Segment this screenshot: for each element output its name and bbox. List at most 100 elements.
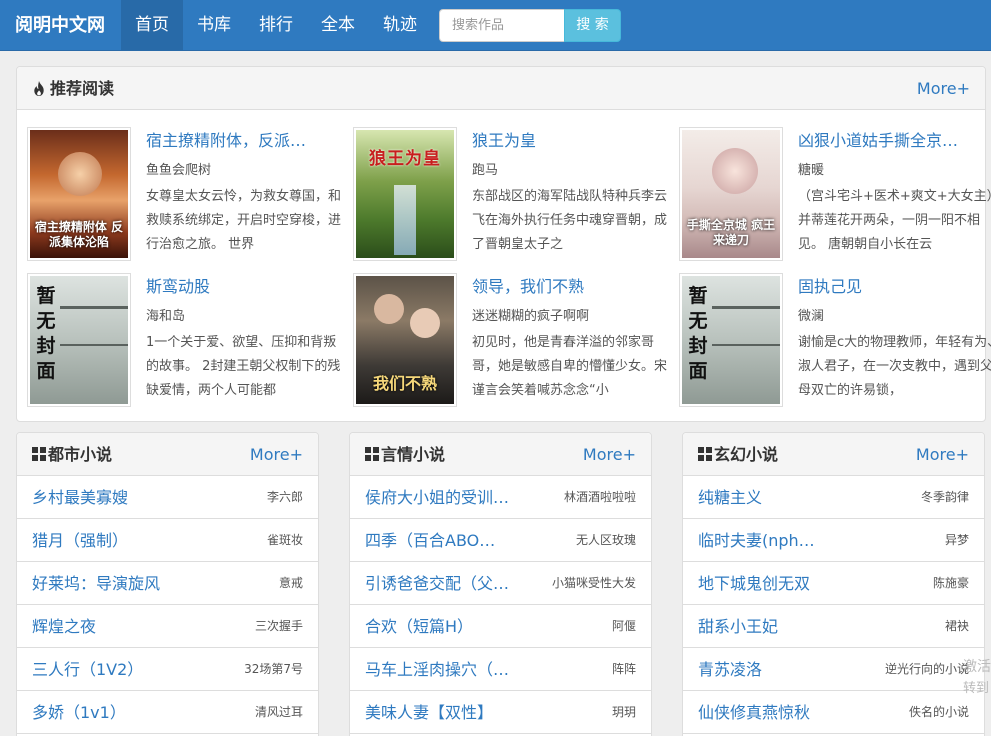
list-item-title[interactable]: 合欢（短篇H）: [365, 605, 473, 648]
book-description: 谢愉是c大的物理教师，年轻有为、淑人君子，在一次支教中，遇到父母双亡的许易锁，: [798, 335, 991, 398]
list-item[interactable]: 临时夫妻(nph… 异梦: [683, 519, 984, 562]
list-item-title[interactable]: 好莱坞：导演旋风: [32, 562, 160, 605]
grid-icon: [32, 447, 46, 461]
category-panel-romance: 言情小说 More+ 侯府大小姐的受训… 林酒酒啦啦啦 四季（百合ABO… 无人区玫…: [349, 432, 652, 736]
list-item[interactable]: 马车上淫肉操穴（… 阵阵: [350, 648, 651, 691]
book-author: 鱼鱼会爬树: [146, 163, 212, 178]
book-card[interactable]: 暂无封面 斯鸾动股 海和岛 1一个关于爱、欲望、压抑和背叛的故事。 2封建王朝父…: [27, 273, 347, 408]
list-item[interactable]: 仙侠修真燕惊秋 佚名的小说: [683, 691, 984, 734]
list-item-title[interactable]: 青苏凌洛: [698, 648, 762, 691]
watermark-line: 激活: [963, 659, 991, 675]
grid-icon: [365, 447, 379, 461]
list-item[interactable]: 引诱爸爸交配（父… 小猫咪受性大发: [350, 562, 651, 605]
category-panel-urban: 都市小说 More+ 乡村最美寡嫂 李六郎 猎月（强制） 雀斑妆 好莱坞：导演旋风 意…: [16, 432, 319, 736]
book-title[interactable]: 固执己见: [798, 273, 991, 297]
list-item-title[interactable]: 地下城鬼创无双: [698, 562, 810, 605]
list-item-author: 玥玥: [611, 705, 636, 719]
list-item[interactable]: 多娇（1v1） 清风过耳: [17, 691, 318, 734]
list-item-title[interactable]: 四季（百合ABO…: [365, 519, 495, 562]
cover-title-art: 我们不熟: [372, 374, 437, 393]
category-title-wrap: 言情小说: [365, 433, 445, 476]
category-title: 都市小说: [48, 445, 113, 464]
book-author: 迷迷糊糊的疯子啊啊: [472, 309, 590, 324]
book-cover[interactable]: 宿主撩精附体 反派集体沦陷: [27, 127, 131, 261]
cover-title-art: 手撕全京城 疯王来递刀: [686, 218, 776, 247]
book-card[interactable]: 狼王为皇 狼王为皇 跑马 东部战区的海军陆战队特种兵李云飞在海外执行任务中魂穿晋…: [353, 127, 673, 262]
list-item-title[interactable]: 引诱爸爸交配（父…: [365, 562, 509, 605]
list-item-title[interactable]: 美味人妻【双性】: [365, 691, 493, 734]
list-item-author: 无人区玫瑰: [575, 533, 636, 547]
category-panel-header: 玄幻小说 More+: [683, 433, 984, 476]
list-item-title[interactable]: 辉煌之夜: [32, 605, 96, 648]
list-item-title[interactable]: 乡村最美寡嫂: [32, 476, 128, 519]
book-cover[interactable]: 暂无封面: [679, 273, 783, 407]
book-cover[interactable]: 暂无封面: [27, 273, 131, 407]
category-panel-header: 都市小说 More+: [17, 433, 318, 476]
nav-item-complete[interactable]: 全本: [307, 0, 369, 51]
list-item-title[interactable]: 纯糖主义: [698, 476, 762, 519]
recommend-title-wrap: 推荐阅读: [32, 67, 114, 110]
list-item[interactable]: 甜系小王妃 裙袂: [683, 605, 984, 648]
list-item[interactable]: 四季（百合ABO… 无人区玫瑰: [350, 519, 651, 562]
list-item[interactable]: 猎月（强制） 雀斑妆: [17, 519, 318, 562]
nav-item-ranking[interactable]: 排行: [245, 0, 307, 51]
category-more-link[interactable]: More+: [250, 433, 303, 476]
book-card[interactable]: 我们不熟 领导，我们不熟 迷迷糊糊的疯子啊啊 初见时，他是青春洋溢的邻家哥哥，她…: [353, 273, 673, 408]
list-item-title[interactable]: 马车上淫肉操穴（…: [365, 648, 509, 691]
list-item[interactable]: 合欢（短篇H） 阿偃: [350, 605, 651, 648]
list-item-title[interactable]: 多娇（1v1）: [32, 691, 126, 734]
search-input[interactable]: [439, 9, 564, 42]
list-item-title[interactable]: 临时夫妻(nph…: [698, 519, 815, 562]
book-author: 糖暖: [798, 163, 825, 178]
list-item[interactable]: 纯糖主义 冬季韵律: [683, 476, 984, 519]
book-description: 1一个关于爱、欲望、压抑和背叛的故事。 2封建王朝父权制下的残缺爱情，两个人可能…: [146, 335, 341, 398]
nav-item-library[interactable]: 书库: [183, 0, 245, 51]
category-title-wrap: 都市小说: [32, 433, 112, 476]
category-panel-fantasy: 玄幻小说 More+ 纯糖主义 冬季韵律 临时夫妻(nph… 异梦 地下城鬼创无双 陈…: [682, 432, 985, 736]
list-item-author: 异梦: [944, 533, 969, 547]
book-card[interactable]: 暂无封面 固执己见 微澜 谢愉是c大的物理教师，年轻有为、淑人君子，在一次支教中…: [679, 273, 991, 408]
nav-item-home[interactable]: 首页: [121, 0, 183, 51]
list-item-author: 意戒: [278, 576, 303, 590]
list-item-title[interactable]: 甜系小王妃: [698, 605, 778, 648]
list-item-title[interactable]: 侯府大小姐的受训…: [365, 476, 509, 519]
list-item-author: 逆光行向的小说: [884, 662, 969, 676]
list-item[interactable]: 乡村最美寡嫂 李六郎: [17, 476, 318, 519]
list-item[interactable]: 三人行（1V2） 32场第7号: [17, 648, 318, 691]
book-cover[interactable]: 手撕全京城 疯王来递刀: [679, 127, 783, 261]
list-item[interactable]: 地下城鬼创无双 陈施豪: [683, 562, 984, 605]
book-cover[interactable]: 狼王为皇: [353, 127, 457, 261]
book-card[interactable]: 宿主撩精附体 反派集体沦陷 宿主撩精附体，反派… 鱼鱼会爬树 女尊皇太女云怜，为…: [27, 127, 347, 262]
book-card[interactable]: 手撕全京城 疯王来递刀 凶狠小道姑手撕全京… 糖暖 （宫斗宅斗+医术+爽文+大女…: [679, 127, 991, 262]
category-title-wrap: 玄幻小说: [698, 433, 778, 476]
list-item-title[interactable]: 三人行（1V2）: [32, 648, 143, 691]
book-title[interactable]: 狼王为皇: [472, 127, 672, 151]
recommend-more-link[interactable]: More+: [917, 67, 970, 110]
list-item[interactable]: 青苏凌洛 逆光行向的小说: [683, 648, 984, 691]
list-item-title[interactable]: 猎月（强制）: [32, 519, 128, 562]
category-more-link[interactable]: More+: [583, 433, 636, 476]
list-item[interactable]: 好莱坞：导演旋风 意戒: [17, 562, 318, 605]
list-item[interactable]: 辉煌之夜 三次握手: [17, 605, 318, 648]
nav-item-history[interactable]: 轨迹: [369, 0, 431, 51]
book-title[interactable]: 宿主撩精附体，反派…: [146, 127, 346, 151]
list-item-author: 三次握手: [254, 619, 303, 633]
activation-watermark: 激活 转到: [963, 656, 991, 700]
list-item-author: 阿偃: [611, 619, 636, 633]
list-item-author: 雀斑妆: [266, 533, 303, 547]
watermark-line: 转到: [963, 681, 990, 696]
list-item[interactable]: 美味人妻【双性】 玥玥: [350, 691, 651, 734]
book-title[interactable]: 斯鸾动股: [146, 273, 346, 297]
book-title[interactable]: 领导，我们不熟: [472, 273, 672, 297]
book-title[interactable]: 凶狠小道姑手撕全京…: [798, 127, 991, 151]
site-logo[interactable]: 阅明中文网: [15, 0, 105, 51]
book-author: 海和岛: [146, 309, 186, 324]
search-button[interactable]: 搜 索: [564, 9, 621, 42]
list-item[interactable]: 侯府大小姐的受训… 林酒酒啦啦啦: [350, 476, 651, 519]
book-cover[interactable]: 我们不熟: [353, 273, 457, 407]
book-description: （宫斗宅斗+医术+爽文+大女主） 并蒂莲花开两朵，一阴一阳不相见。 唐朝朝自小长…: [798, 189, 991, 252]
cover-title-art: 宿主撩精附体 反派集体沦陷: [34, 220, 124, 249]
book-description: 女尊皇太女云怜，为救女尊国，和救赎系统绑定，开启时空穿梭，进行治愈之旅。 世界: [146, 189, 342, 252]
list-item-title[interactable]: 仙侠修真燕惊秋: [698, 691, 810, 734]
category-more-link[interactable]: More+: [916, 433, 969, 476]
